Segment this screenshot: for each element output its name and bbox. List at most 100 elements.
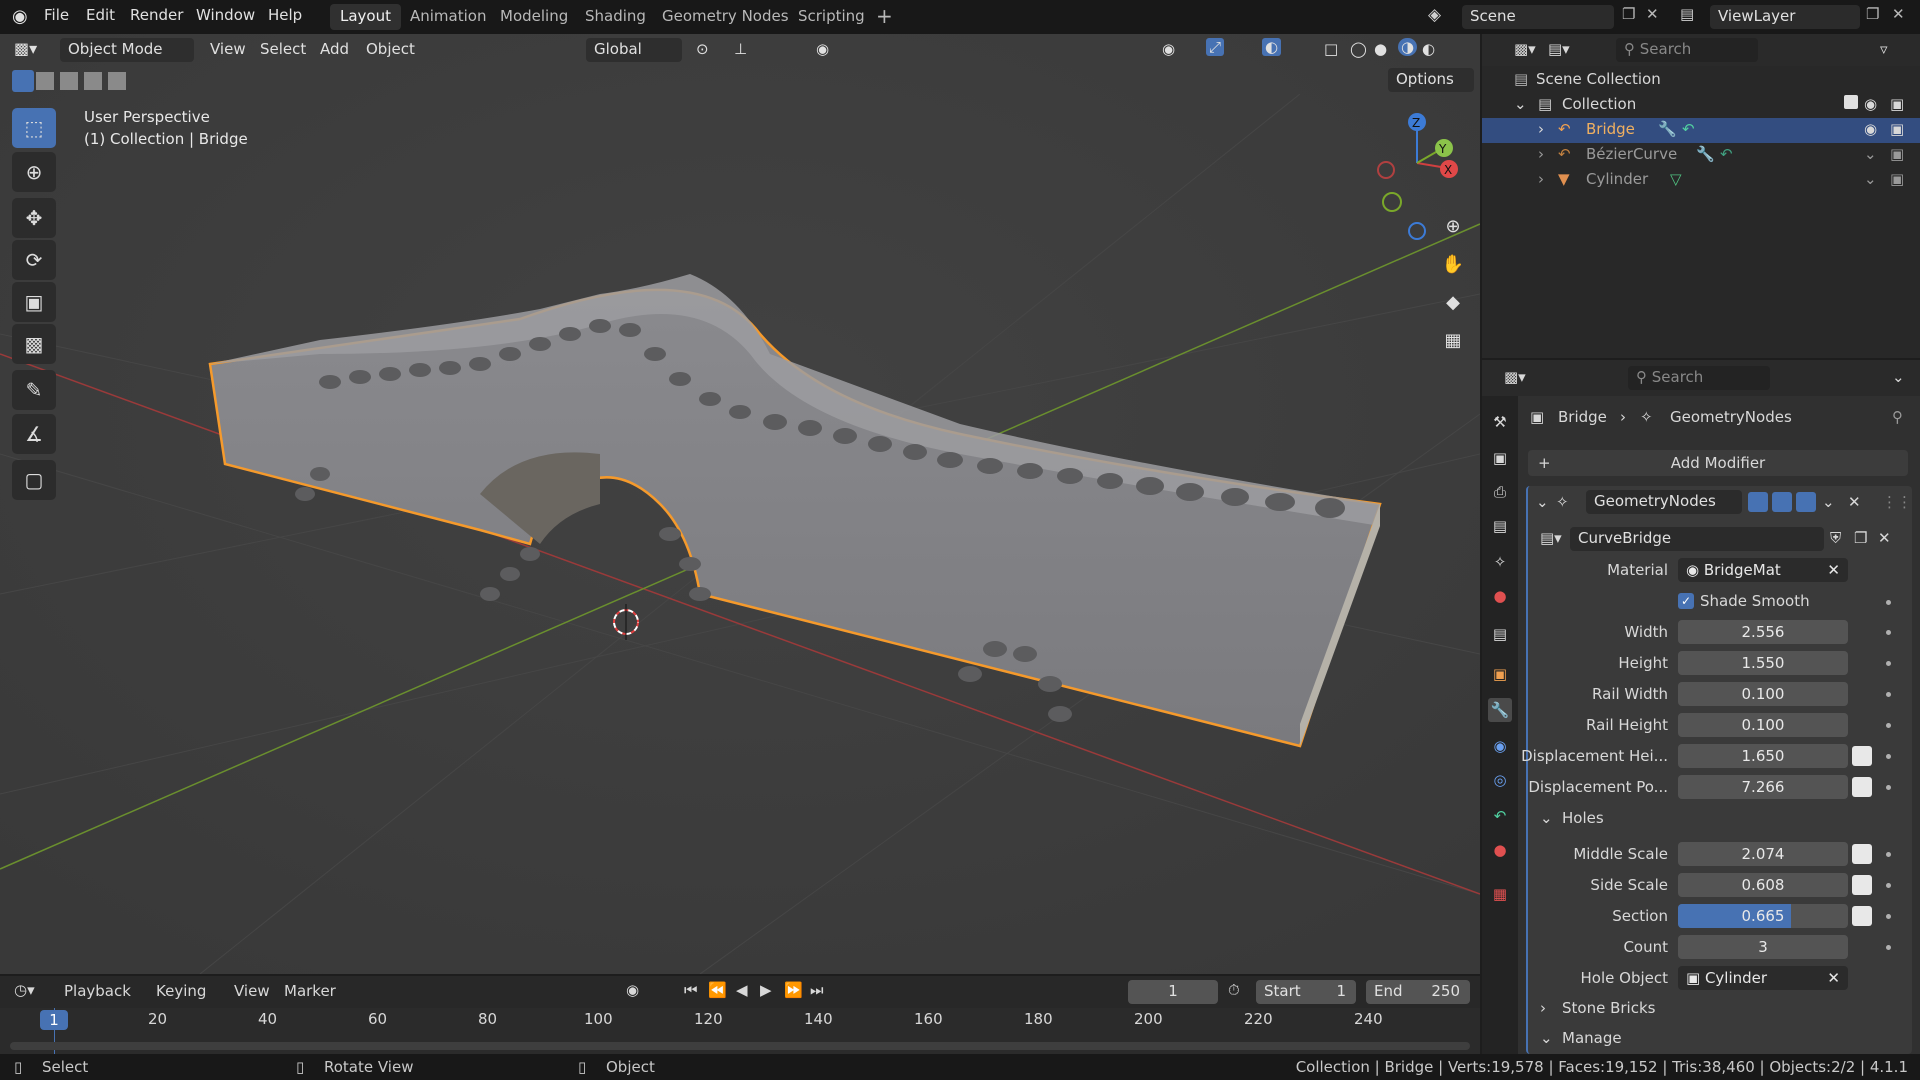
displacement-position-field[interactable]: 7.266 — [1678, 775, 1848, 799]
attribute-toggle-icon[interactable] — [1852, 875, 1872, 895]
unlink-icon[interactable]: ✕ — [1878, 529, 1891, 547]
keyframe-dot[interactable] — [1886, 945, 1891, 950]
width-field[interactable]: 2.556 — [1678, 620, 1848, 644]
jump-start-icon[interactable]: ⏮ — [684, 981, 698, 999]
new-view-layer-icon[interactable]: ❐ — [1866, 5, 1879, 23]
auto-keying-icon[interactable]: ◉ — [626, 981, 639, 999]
select-intersect-icon[interactable] — [108, 72, 126, 90]
middle-scale-field[interactable]: 2.074 — [1678, 842, 1848, 866]
fake-user-shield-icon[interactable]: ⛨ — [1830, 529, 1841, 547]
breadcrumb-object[interactable]: Bridge — [1558, 408, 1607, 426]
hole-object-field[interactable]: ▣ Cylinder ✕ — [1678, 966, 1848, 990]
eye-closed-icon[interactable]: ⌄ — [1864, 170, 1877, 188]
view-layer-tab-icon[interactable]: ▤ — [1488, 514, 1512, 538]
outliner-editor-icon[interactable]: ▩▾ — [1514, 40, 1536, 58]
texture-tab-icon[interactable]: ▦ — [1488, 882, 1512, 906]
material-tab-icon[interactable]: ● — [1488, 838, 1512, 862]
modifier-name-field[interactable]: GeometryNodes — [1586, 490, 1742, 514]
view-layer-icon[interactable]: ▤ — [1680, 5, 1694, 23]
attribute-toggle-icon[interactable] — [1852, 777, 1872, 797]
modifier-wrench-icon[interactable]: 🔧 — [1658, 120, 1677, 138]
rendered-shading-icon[interactable]: ◐ — [1422, 40, 1435, 58]
drag-handle-icon[interactable]: ⋮⋮ — [1882, 493, 1912, 511]
overlay-toggle-icon[interactable]: ◐ — [1262, 38, 1282, 56]
keyframe-dot[interactable] — [1886, 692, 1891, 697]
clear-object-icon[interactable]: ✕ — [1827, 966, 1840, 990]
render-camera-icon[interactable]: ▣ — [1890, 95, 1904, 113]
data-tab-icon[interactable]: ↶ — [1488, 804, 1512, 828]
side-scale-field[interactable]: 0.608 — [1678, 873, 1848, 897]
object-tab-icon[interactable]: ▣ — [1488, 662, 1512, 686]
keyframe-dot[interactable] — [1886, 883, 1891, 888]
breadcrumb-modifier[interactable]: GeometryNodes — [1670, 408, 1792, 426]
tab-shading[interactable]: Shading — [575, 4, 656, 30]
attribute-toggle-icon[interactable] — [1852, 746, 1872, 766]
render-tab-icon[interactable]: ▣ — [1488, 446, 1512, 470]
keyframe-dot[interactable] — [1886, 914, 1891, 919]
menu-object[interactable]: Object — [366, 40, 415, 58]
scene-selector[interactable]: Scene — [1462, 5, 1614, 29]
move-tool[interactable]: ✥ — [12, 198, 56, 238]
material-shading-icon[interactable]: ◑ — [1398, 38, 1418, 56]
scene-collection-row[interactable]: ▤ Scene Collection — [1482, 68, 1920, 93]
stopwatch-icon[interactable]: ⏱ — [1228, 981, 1240, 999]
menu-file[interactable]: File — [44, 6, 69, 24]
add-cube-tool[interactable]: ▢ — [12, 460, 56, 500]
delete-scene-icon[interactable]: ✕ — [1646, 5, 1659, 23]
add-workspace-icon[interactable]: + — [876, 4, 893, 28]
outliner-row-bridge[interactable]: › ↶ Bridge 🔧 ↶ ◉ ▣ — [1482, 118, 1920, 143]
tab-modeling[interactable]: Modeling — [490, 4, 578, 30]
current-frame-field[interactable]: 1 — [1128, 980, 1218, 1004]
select-set-icon[interactable] — [12, 70, 34, 92]
measure-tool[interactable]: ∡ — [12, 414, 56, 454]
playhead[interactable]: 1 — [40, 1010, 68, 1030]
timeline-scrollbar[interactable] — [10, 1042, 1470, 1050]
play-reverse-icon[interactable]: ◀ — [736, 981, 748, 999]
section-slider[interactable]: 0.665 — [1678, 904, 1848, 928]
collapse-arrow-icon[interactable]: ⌄ — [1514, 95, 1527, 113]
menu-playback[interactable]: Playback — [64, 982, 131, 1000]
tool-tab-icon[interactable]: ⚒ — [1488, 410, 1512, 434]
menu-help[interactable]: Help — [268, 6, 302, 24]
collection-tab-icon[interactable]: ▤ — [1488, 622, 1512, 646]
exclude-checkbox[interactable] — [1844, 95, 1858, 109]
mode-selector[interactable]: Object Mode — [60, 38, 194, 62]
stone-bricks-subpanel-header[interactable]: › Stone Bricks — [1540, 998, 1780, 1020]
pan-hand-icon[interactable]: ✋ — [1437, 248, 1469, 280]
attribute-toggle-icon[interactable] — [1852, 844, 1872, 864]
eye-icon[interactable]: ◉ — [1864, 95, 1877, 113]
add-modifier-button[interactable]: + Add Modifier — [1528, 450, 1908, 476]
keyframe-dot[interactable] — [1886, 852, 1891, 857]
wireframe-shading-icon[interactable]: ◯ — [1350, 40, 1367, 58]
display-mode-icon[interactable]: ▤▾ — [1548, 40, 1570, 58]
render-toggle-icon[interactable] — [1796, 492, 1816, 512]
menu-window[interactable]: Window — [196, 6, 255, 24]
holes-subpanel-header[interactable]: ⌄ Holes — [1540, 808, 1740, 830]
shade-smooth-checkbox[interactable]: ✓ Shade Smooth — [1678, 592, 1878, 612]
editor-type-icon[interactable]: ▩▾ — [14, 39, 37, 58]
curve-data-icon[interactable]: ↶ — [1720, 145, 1733, 163]
rail-width-field[interactable]: 0.100 — [1678, 682, 1848, 706]
rotate-tool[interactable]: ⟳ — [12, 240, 56, 280]
outliner-search-input[interactable]: ⚲ Search — [1616, 38, 1758, 62]
select-extend-icon[interactable] — [36, 72, 54, 90]
cursor-tool[interactable]: ⊕ — [12, 152, 56, 192]
render-camera-icon[interactable]: ▣ — [1890, 145, 1904, 163]
render-camera-icon[interactable]: ▣ — [1890, 170, 1904, 188]
count-field[interactable]: 3 — [1678, 935, 1848, 959]
outliner-row-cylinder[interactable]: › ▼ Cylinder ▽ ⌄ ▣ — [1482, 168, 1920, 193]
tab-layout[interactable]: Layout — [330, 4, 401, 30]
timeline-track[interactable]: 1 20 40 60 80 100 120 140 160 180 200 22… — [0, 1008, 1480, 1054]
view-layer-selector[interactable]: ViewLayer — [1710, 5, 1860, 29]
keyframe-dot[interactable] — [1886, 723, 1891, 728]
menu-add[interactable]: Add — [320, 40, 349, 58]
delete-view-layer-icon[interactable]: ✕ — [1892, 5, 1905, 23]
pin-icon[interactable]: ⚲ — [1892, 408, 1903, 426]
manage-subpanel-header[interactable]: ⌄ Manage — [1540, 1028, 1780, 1050]
curve-data-icon[interactable]: ↶ — [1682, 120, 1695, 138]
end-frame-field[interactable]: End 250 — [1366, 980, 1470, 1004]
scene-icon[interactable]: ◈ — [1428, 5, 1441, 25]
scale-tool[interactable]: ▣ — [12, 282, 56, 322]
particles-tab-icon[interactable]: ◉ — [1488, 734, 1512, 758]
tab-geometry-nodes[interactable]: Geometry Nodes — [652, 4, 799, 30]
